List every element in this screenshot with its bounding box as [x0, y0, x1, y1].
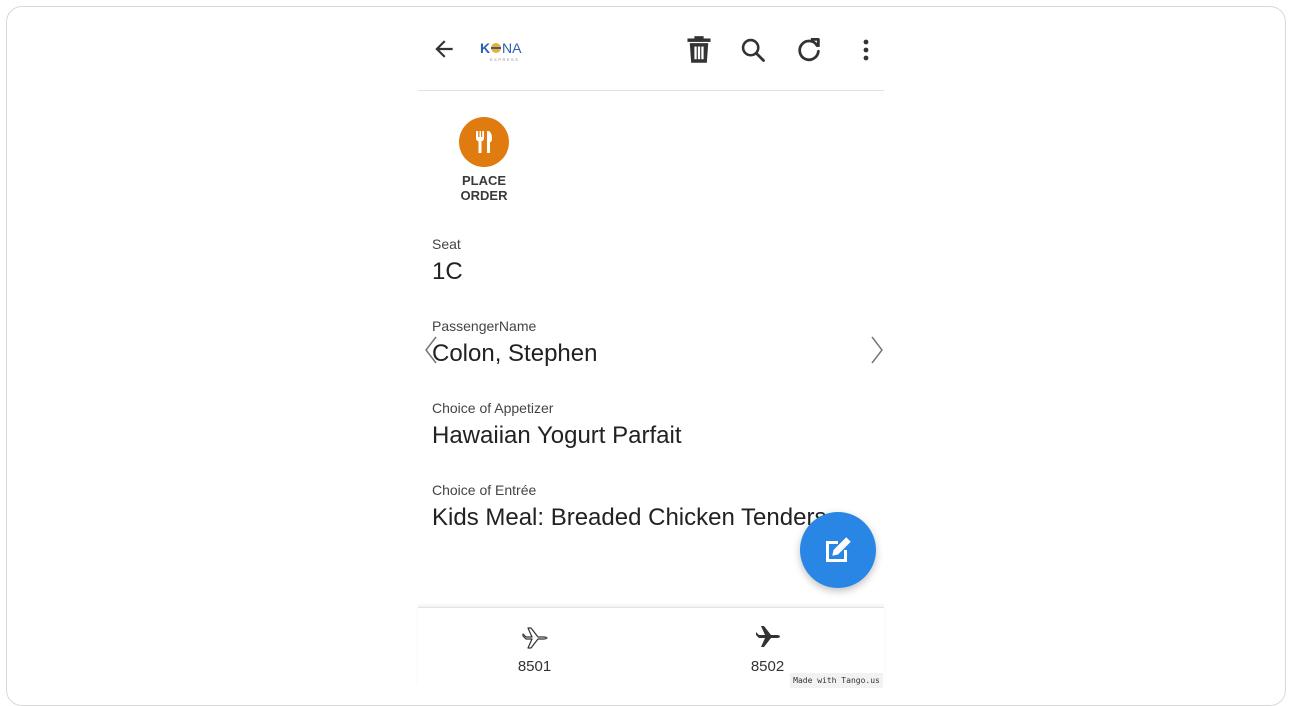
appetizer-field: Choice of Appetizer Hawaiian Yogurt Parf… — [432, 399, 872, 451]
next-record-button[interactable] — [868, 335, 886, 365]
refresh-button[interactable] — [792, 33, 826, 67]
svg-text:K: K — [480, 40, 490, 56]
edit-icon — [826, 537, 851, 562]
action-circle — [459, 117, 509, 167]
edit-fab-button[interactable] — [800, 512, 876, 588]
app-header: K NA EXPRESS — [418, 7, 884, 91]
refresh-icon — [798, 38, 820, 62]
nav-tab-8501[interactable]: 8501 — [418, 608, 651, 686]
trash-icon — [687, 36, 711, 63]
action-label: PLACE ORDER — [460, 173, 508, 203]
delete-button[interactable] — [682, 33, 716, 67]
chevron-left-icon — [425, 336, 437, 364]
previous-record-button[interactable] — [422, 335, 440, 365]
appetizer-label: Choice of Appetizer — [432, 400, 554, 416]
svg-text:EXPRESS: EXPRESS — [490, 57, 519, 62]
plane-filled-icon — [755, 626, 780, 647]
more-options-button[interactable] — [854, 33, 878, 67]
seat-value: 1C — [432, 258, 463, 285]
watermark: Made with Tango.us — [790, 673, 883, 688]
app-screen: K NA EXPRESS PLACE ORDER Seat 1C Passeng… — [418, 7, 884, 692]
appetizer-value: Hawaiian Yogurt Parfait — [432, 422, 682, 449]
arrow-left-icon — [435, 40, 453, 58]
search-button[interactable] — [736, 33, 770, 67]
plane-outline-icon — [521, 627, 548, 649]
svg-text:NA: NA — [502, 40, 522, 56]
kona-logo: K NA EXPRESS — [480, 37, 536, 63]
place-order-action[interactable]: PLACE ORDER — [446, 117, 522, 203]
nav-tab-label: 8501 — [517, 658, 552, 675]
passenger-name-field: PassengerName Colon, Stephen — [432, 317, 872, 369]
passenger-name-value: Colon, Stephen — [432, 340, 598, 367]
chevron-right-icon — [871, 336, 883, 364]
back-button[interactable] — [428, 33, 460, 65]
seat-field: Seat 1C — [432, 235, 872, 287]
seat-label: Seat — [432, 236, 461, 252]
passenger-name-label: PassengerName — [432, 318, 537, 334]
more-vert-icon — [863, 39, 869, 61]
utensils-icon — [476, 131, 492, 153]
entree-label: Choice of Entrée — [432, 482, 537, 498]
search-icon — [741, 38, 765, 62]
entree-field: Choice of Entrée Kids Meal: Breaded Chic… — [432, 481, 872, 533]
